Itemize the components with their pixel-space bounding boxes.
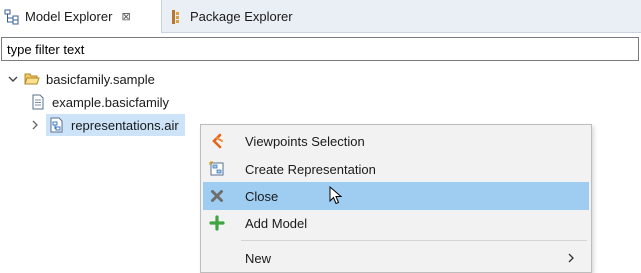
context-menu: Viewpoints Selection Create Representati… bbox=[200, 124, 592, 273]
add-icon bbox=[209, 215, 225, 231]
file-icon bbox=[30, 94, 46, 110]
tree-item-project[interactable]: basicfamily.sample bbox=[6, 68, 155, 90]
view-tab-bar: Model Explorer ⊠ Package Explorer bbox=[0, 0, 641, 33]
menu-item-label: Viewpoints Selection bbox=[245, 133, 365, 149]
tab-label: Model Explorer bbox=[25, 9, 113, 24]
filter-input[interactable] bbox=[1, 37, 639, 61]
mouse-cursor-icon bbox=[329, 185, 343, 209]
tree-item-label: basicfamily.sample bbox=[46, 71, 155, 87]
package-explorer-icon bbox=[169, 9, 185, 25]
model-explorer-icon bbox=[4, 9, 20, 25]
close-tab-icon[interactable]: ⊠ bbox=[121, 10, 130, 23]
viewpoints-icon bbox=[209, 133, 225, 149]
tab-label: Package Explorer bbox=[190, 9, 293, 24]
close-icon bbox=[209, 188, 225, 204]
open-folder-icon bbox=[24, 71, 40, 87]
tab-model-explorer[interactable]: Model Explorer ⊠ bbox=[0, 0, 162, 33]
menu-item-label: Close bbox=[245, 188, 279, 204]
create-representation-icon bbox=[209, 161, 225, 177]
menu-item-viewpoints-selection[interactable]: Viewpoints Selection bbox=[203, 127, 589, 155]
tree-item-representations[interactable]: representations.air bbox=[26, 114, 185, 136]
tab-package-explorer[interactable]: Package Explorer bbox=[165, 0, 301, 33]
menu-item-new[interactable]: New bbox=[203, 244, 589, 272]
chevron-right-icon[interactable] bbox=[28, 120, 42, 130]
menu-separator bbox=[241, 240, 587, 241]
menu-item-create-representation[interactable]: Create Representation bbox=[203, 155, 589, 183]
menu-item-label: New bbox=[245, 250, 272, 266]
menu-item-add-model[interactable]: Add Model bbox=[203, 209, 589, 237]
tree-item-label: example.basicfamily bbox=[52, 94, 170, 110]
menu-item-close[interactable]: Close bbox=[203, 182, 589, 210]
tree-item-file[interactable]: example.basicfamily bbox=[26, 91, 169, 113]
aird-file-icon bbox=[49, 117, 65, 133]
chevron-right-icon bbox=[567, 251, 575, 266]
chevron-down-icon[interactable] bbox=[6, 74, 20, 84]
menu-item-label: Add Model bbox=[245, 215, 308, 231]
tree-selection: representations.air bbox=[46, 114, 185, 136]
menu-item-label: Create Representation bbox=[245, 161, 376, 177]
tree-item-label: representations.air bbox=[71, 117, 179, 133]
